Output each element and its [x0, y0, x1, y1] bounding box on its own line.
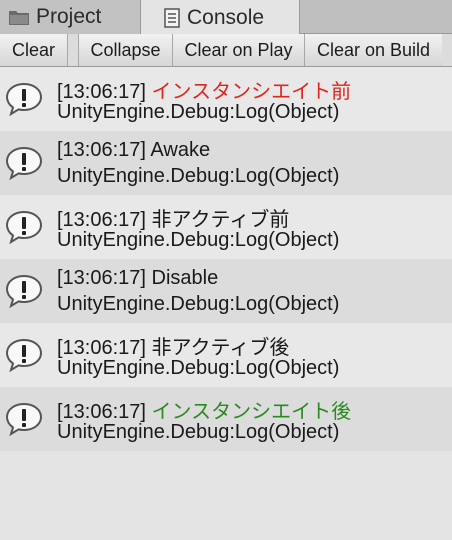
log-timestamp: [13:06:17]: [57, 401, 146, 423]
log-stack-trace: UnityEngine.Debug:Log(Object): [57, 421, 340, 443]
clear-on-build-button[interactable]: Clear on Build: [305, 34, 442, 66]
log-entry[interactable]: [13:06:17] インスタンシエイト後 UnityEngine.Debug:…: [0, 387, 452, 451]
info-message-icon: [4, 210, 44, 245]
log-entry[interactable]: [13:06:17] Awake UnityEngine.Debug:Log(O…: [0, 131, 452, 195]
log-message: Disable: [151, 267, 219, 289]
info-message-icon: [4, 146, 44, 181]
clear-on-play-button[interactable]: Clear on Play: [173, 34, 305, 66]
log-message-line: [13:06:17] インスタンシエイト前: [57, 75, 351, 104]
tab-project[interactable]: Project: [0, 0, 140, 34]
log-message: インスタンシエイト前: [151, 81, 352, 103]
log-timestamp: [13:06:17]: [57, 267, 146, 289]
log-entry[interactable]: [13:06:17] インスタンシエイト前 UnityEngine.Debug:…: [0, 67, 452, 131]
tab-project-label: Project: [36, 5, 102, 28]
log-message-line: [13:06:17] インスタンシエイト後: [57, 395, 351, 424]
console-icon: [163, 7, 181, 28]
log-message-line: [13:06:17] Awake: [57, 139, 210, 162]
tab-console-label: Console: [187, 5, 265, 29]
tab-console[interactable]: Console: [140, 0, 300, 35]
log-message: インスタンシエイト後: [151, 401, 352, 423]
collapse-button[interactable]: Collapse: [78, 34, 173, 66]
folder-icon: [8, 8, 30, 26]
info-message-icon: [4, 82, 44, 117]
console-toolbar: Clear Collapse Clear on Play Clear on Bu…: [0, 34, 452, 67]
log-message: Awake: [150, 139, 211, 161]
log-entry[interactable]: [13:06:17] 非アクティブ後 UnityEngine.Debug:Log…: [0, 323, 452, 387]
log-message-line: [13:06:17] Disable: [57, 267, 218, 290]
info-message-icon: [4, 402, 44, 437]
clear-button[interactable]: Clear: [0, 34, 68, 66]
info-message-icon: [4, 338, 44, 373]
log-timestamp: [13:06:17]: [57, 337, 146, 359]
log-stack-trace: UnityEngine.Debug:Log(Object): [57, 293, 340, 315]
window-tab-bar: Project Console: [0, 0, 452, 35]
info-message-icon: [4, 274, 44, 309]
log-message: 非アクティブ前: [151, 209, 290, 231]
log-stack-trace: UnityEngine.Debug:Log(Object): [57, 101, 340, 123]
log-stack-trace: UnityEngine.Debug:Log(Object): [57, 357, 340, 379]
log-timestamp: [13:06:17]: [57, 81, 146, 103]
log-message: 非アクティブ後: [151, 337, 290, 359]
log-stack-trace: UnityEngine.Debug:Log(Object): [57, 165, 340, 187]
log-timestamp: [13:06:17]: [57, 139, 146, 161]
log-message-line: [13:06:17] 非アクティブ後: [57, 331, 289, 360]
log-message-line: [13:06:17] 非アクティブ前: [57, 203, 289, 232]
log-entry[interactable]: [13:06:17] Disable UnityEngine.Debug:Log…: [0, 259, 452, 323]
log-timestamp: [13:06:17]: [57, 209, 146, 231]
log-list[interactable]: [13:06:17] インスタンシエイト前 UnityEngine.Debug:…: [0, 67, 452, 540]
log-stack-trace: UnityEngine.Debug:Log(Object): [57, 229, 340, 251]
log-entry[interactable]: [13:06:17] 非アクティブ前 UnityEngine.Debug:Log…: [0, 195, 452, 259]
